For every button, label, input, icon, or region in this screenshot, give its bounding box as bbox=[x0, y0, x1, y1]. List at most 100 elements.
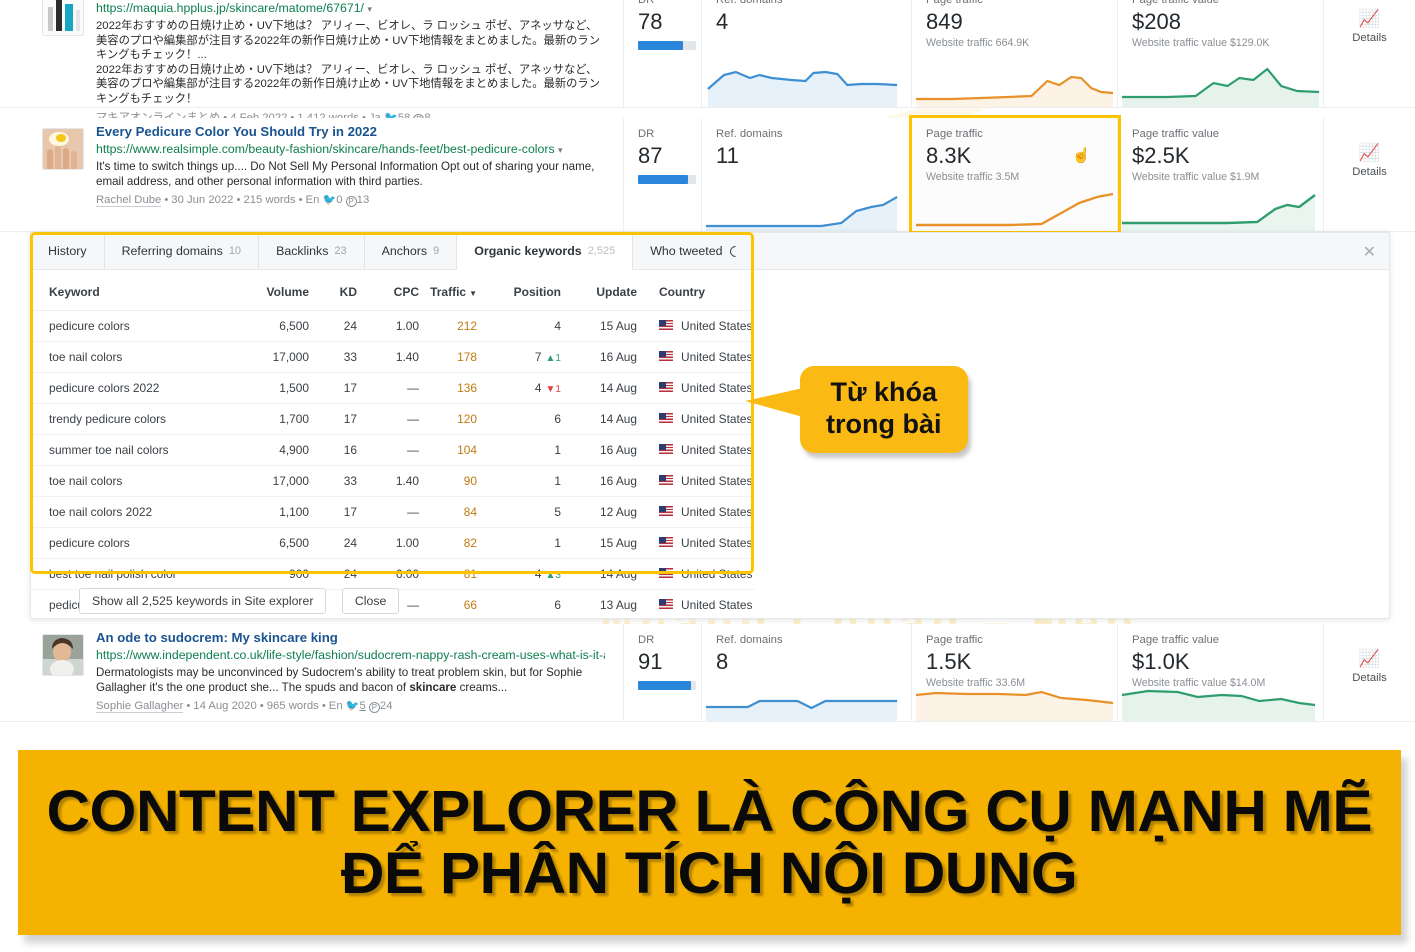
result-author[interactable]: Sophie Gallagher bbox=[96, 700, 184, 713]
column-header-traffic[interactable]: Traffic ▼ bbox=[419, 270, 477, 311]
cell-keyword[interactable]: toe nail colors bbox=[31, 341, 223, 373]
close-panel-button[interactable]: Close bbox=[341, 588, 400, 614]
metric-page-traffic: Page traffic 849 Website traffic 664.9K bbox=[912, 0, 1118, 107]
panel-actions: Show all 2,525 keywords in Site explorer… bbox=[31, 585, 1389, 619]
cell-country: United States bbox=[637, 434, 755, 466]
result-meta: Rachel Dube • 30 Jun 2022 • 215 words • En 🐦0 … bbox=[96, 194, 370, 207]
chevron-down-icon[interactable]: ▾ bbox=[367, 4, 372, 14]
result-author[interactable]: Rachel Dube bbox=[96, 194, 162, 207]
column-header-cpc[interactable]: CPC bbox=[357, 270, 419, 311]
result-info: 【日焼け止め・UV対策2022】美容ライター&編集部がイチ推し最新日焼け止め・人… bbox=[0, 0, 624, 125]
table-row[interactable]: pedicure colors 2022 1,500 17—136 4 ▼1 14 Aug… bbox=[31, 372, 755, 404]
cell-kd: 33 bbox=[309, 465, 357, 497]
metric-page-traffic[interactable]: Page traffic 8.3K Website traffic 3.5M ☝ bbox=[909, 115, 1121, 234]
metric-details[interactable]: 📈 Details bbox=[1324, 624, 1415, 721]
metric-page-traffic: Page traffic 1.5K Website traffic 33.6M bbox=[912, 624, 1118, 721]
table-row[interactable]: pedicure colors 6,500 24 1.00 82 1 15 Aug Unite… bbox=[31, 527, 755, 559]
us-flag-icon bbox=[659, 382, 673, 392]
metric-label: Page traffic value bbox=[1132, 634, 1220, 646]
details-label[interactable]: Details bbox=[1324, 166, 1415, 178]
cell-keyword[interactable]: pedicure colors bbox=[31, 527, 223, 559]
cell-position: 7 ▲1 bbox=[477, 341, 561, 373]
tab-referring-domains[interactable]: Referring domains 10 bbox=[105, 233, 260, 269]
cell-keyword[interactable]: trendy pedicure colors bbox=[31, 403, 223, 435]
result-metrics: DR 87 Ref. domains 11 Page traffic 8.3K … bbox=[624, 115, 1415, 234]
cell-keyword[interactable]: toe nail colors bbox=[31, 465, 223, 497]
result-snippet: 2022年おすすめの日焼け止め・UV下地は？ アリィー、ビオレ、ラ ロッシュ ポ… bbox=[96, 20, 601, 62]
tab-who-tweeted[interactable]: Who tweeted bbox=[633, 233, 757, 269]
cell-traffic: 104 bbox=[419, 434, 477, 466]
tab-backlinks[interactable]: Backlinks 23 bbox=[259, 233, 365, 269]
chart-line-icon: 📈 bbox=[1358, 649, 1381, 668]
table-row[interactable]: toe nail colors 17,000 33 1.40 178 7 ▲1 16 Aug U… bbox=[31, 341, 755, 373]
show-all-keywords-button[interactable]: Show all 2,525 keywords in Site explorer bbox=[79, 588, 327, 614]
metric-subtext: Website traffic 664.9K bbox=[926, 37, 1030, 49]
organic-keywords-table: Keyword Volume KD CPC Traffic ▼ Position … bbox=[31, 270, 755, 621]
cell-position: 1 bbox=[477, 465, 561, 497]
result-url[interactable]: https://maquia.hpplus.jp/skincare/matome… bbox=[96, 0, 605, 17]
column-header-keyword[interactable]: Keyword bbox=[31, 270, 223, 311]
chart-line-icon: 📈 bbox=[1358, 9, 1381, 28]
column-header-volume[interactable]: Volume bbox=[223, 270, 309, 311]
cell-country: United States bbox=[637, 465, 755, 497]
result-row[interactable]: 【日焼け止め・UV対策2022】美容ライター&編集部がイチ推し最新日焼け止め・人… bbox=[0, 0, 1415, 125]
tab-label: Anchors bbox=[381, 244, 428, 258]
cell-kd: 17 bbox=[309, 372, 357, 404]
result-row[interactable]: An ode to sudocrem: My skincare king htt… bbox=[0, 624, 1415, 722]
cell-update: 14 Aug bbox=[561, 403, 637, 435]
chevron-down-icon[interactable]: ▾ bbox=[558, 145, 563, 155]
result-row[interactable]: Every Pedicure Color You Should Try in 2… bbox=[0, 115, 1415, 234]
metric-label: Ref. domains bbox=[716, 0, 783, 6]
cell-kd: 33 bbox=[309, 341, 357, 373]
column-header-country[interactable]: Country bbox=[637, 270, 755, 311]
mouse-cursor-icon: ☝ bbox=[1071, 146, 1092, 165]
banner-line-2: ĐỂ PHÂN TÍCH NỘI DUNG bbox=[341, 840, 1078, 906]
position-delta: ▲3 bbox=[545, 570, 561, 581]
cell-keyword[interactable]: pedicure colors 2022 bbox=[31, 372, 223, 404]
us-flag-icon bbox=[659, 537, 673, 547]
metric-dr: DR 91 bbox=[624, 624, 702, 721]
details-label[interactable]: Details bbox=[1324, 672, 1415, 684]
metric-details[interactable]: 📈 Details bbox=[1324, 0, 1415, 107]
cell-keyword[interactable]: toe nail colors 2022 bbox=[31, 496, 223, 528]
close-icon[interactable]: ✕ bbox=[1363, 233, 1376, 270]
column-header-kd[interactable]: KD bbox=[309, 270, 357, 311]
metric-ref-domains: Ref. domains 4 bbox=[702, 0, 912, 107]
metric-label: Page traffic bbox=[926, 634, 983, 646]
tab-anchors[interactable]: Anchors 9 bbox=[365, 233, 458, 269]
result-url[interactable]: https://www.independent.co.uk/life-style… bbox=[96, 647, 605, 664]
callout-line-2: trong bài bbox=[826, 409, 942, 439]
cell-cpc: 1.40 bbox=[357, 465, 419, 497]
tab-history[interactable]: History bbox=[31, 233, 105, 269]
result-title[interactable]: Every Pedicure Color You Should Try in 2… bbox=[96, 124, 605, 140]
us-flag-icon bbox=[659, 475, 673, 485]
sparkline-chart bbox=[707, 70, 898, 107]
table-row[interactable]: summer toe nail colors 4,900 16—104 1 16 Aug… bbox=[31, 434, 755, 466]
cell-keyword[interactable]: summer toe nail colors bbox=[31, 434, 223, 466]
details-label[interactable]: Details bbox=[1324, 32, 1415, 44]
metric-page-traffic-value: Page traffic value $208 Website traffic … bbox=[1118, 0, 1324, 107]
table-row[interactable]: pedicure colors 6,500 24 1.00 212 4 15 Aug Unit… bbox=[31, 310, 755, 342]
metric-details[interactable]: 📈 Details bbox=[1324, 118, 1415, 231]
metric-subtext: Website traffic value $1.9M bbox=[1132, 171, 1260, 183]
result-url[interactable]: https://www.realsimple.com/beauty-fashio… bbox=[96, 141, 605, 158]
table-row[interactable]: toe nail colors 17,000 33 1.40 90 1 16 Aug Unit… bbox=[31, 465, 755, 497]
cell-update: 16 Aug bbox=[561, 465, 637, 497]
table-row[interactable]: trendy pedicure colors 1,700 17—120 6 14 Aug… bbox=[31, 403, 755, 435]
metric-value: 1.5K bbox=[926, 649, 972, 674]
result-date: 14 Aug 2020 bbox=[193, 700, 257, 712]
table-row[interactable]: toe nail colors 2022 1,100 17—84 5 12 Aug Uni… bbox=[31, 496, 755, 528]
dr-progress-bar bbox=[638, 175, 696, 184]
callout-bubble: Từ khóa trong bài bbox=[745, 366, 968, 453]
metric-subtext: Website traffic value $129.0K bbox=[1132, 37, 1270, 49]
cell-volume: 4,900 bbox=[223, 434, 309, 466]
result-info: An ode to sudocrem: My skincare king htt… bbox=[0, 624, 624, 721]
cell-keyword[interactable]: pedicure colors bbox=[31, 310, 223, 342]
chart-line-icon: 📈 bbox=[1358, 143, 1381, 162]
column-header-position[interactable]: Position bbox=[477, 270, 561, 311]
tab-organic-keywords[interactable]: Organic keywords 2,525 bbox=[457, 233, 634, 270]
column-header-update[interactable]: Update bbox=[561, 270, 637, 311]
metric-ref-domains: Ref. domains 11 bbox=[702, 118, 912, 231]
result-title[interactable]: An ode to sudocrem: My skincare king bbox=[96, 630, 605, 646]
metric-value: $1.0K bbox=[1132, 649, 1190, 674]
